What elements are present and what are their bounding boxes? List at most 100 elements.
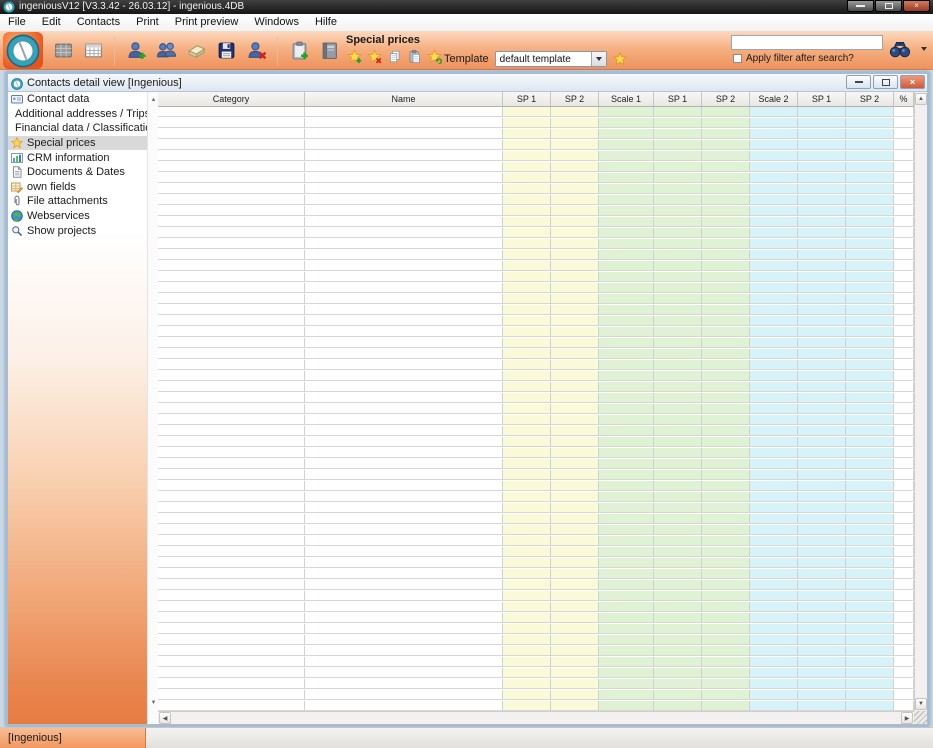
grid-cell[interactable]: [798, 305, 846, 315]
grid-scroll-left-arrow[interactable]: ◀: [159, 712, 171, 724]
table-row[interactable]: [158, 118, 914, 129]
grid-cell[interactable]: [702, 657, 750, 667]
grid-cell[interactable]: [894, 360, 914, 370]
grid-cell[interactable]: [750, 327, 798, 337]
menu-hilfe[interactable]: Hilfe: [307, 14, 345, 31]
grid-cell[interactable]: [702, 514, 750, 524]
grid-cell[interactable]: [305, 514, 503, 524]
grid-cell[interactable]: [158, 624, 305, 634]
grid-cell[interactable]: [305, 404, 503, 414]
grid-cell[interactable]: [798, 118, 846, 128]
grid-cell[interactable]: [599, 547, 654, 557]
grid-cell[interactable]: [750, 503, 798, 513]
table-row[interactable]: [158, 591, 914, 602]
grid-cell[interactable]: [894, 239, 914, 249]
sidebar-scrollbar[interactable]: ▲ ▼: [147, 92, 158, 724]
grid-cell[interactable]: [798, 360, 846, 370]
grid-cell[interactable]: [654, 635, 702, 645]
grid-cell[interactable]: [654, 349, 702, 359]
grid-cell[interactable]: [798, 437, 846, 447]
grid-cell[interactable]: [551, 580, 599, 590]
grid-cell[interactable]: [750, 426, 798, 436]
grid-cell[interactable]: [551, 327, 599, 337]
table-row[interactable]: [158, 624, 914, 635]
grid-cell[interactable]: [305, 162, 503, 172]
grid-cell[interactable]: [503, 393, 551, 403]
grid-cell[interactable]: [894, 657, 914, 667]
grid-cell[interactable]: [798, 591, 846, 601]
column-header[interactable]: SP 1: [503, 92, 551, 106]
calendar-view-button[interactable]: [78, 35, 108, 67]
grid-cell[interactable]: [750, 206, 798, 216]
table-row[interactable]: [158, 327, 914, 338]
grid-cell[interactable]: [305, 481, 503, 491]
grid-cell[interactable]: [798, 679, 846, 689]
grid-cell[interactable]: [599, 470, 654, 480]
grid-cell[interactable]: [750, 569, 798, 579]
grid-cell[interactable]: [798, 129, 846, 139]
grid-cell[interactable]: [503, 415, 551, 425]
grid-cell[interactable]: [599, 360, 654, 370]
search-button[interactable]: [889, 38, 913, 60]
grid-cell[interactable]: [846, 426, 894, 436]
grid-cell[interactable]: [503, 404, 551, 414]
grid-cell[interactable]: [750, 547, 798, 557]
grid-cell[interactable]: [894, 162, 914, 172]
grid-cell[interactable]: [551, 481, 599, 491]
table-row[interactable]: [158, 602, 914, 613]
grid-cell[interactable]: [894, 393, 914, 403]
grid-cell[interactable]: [894, 492, 914, 502]
grid-cell[interactable]: [846, 382, 894, 392]
grid-cell[interactable]: [503, 294, 551, 304]
grid-cell[interactable]: [894, 701, 914, 711]
grid-cell[interactable]: [846, 151, 894, 161]
grid-cell[interactable]: [894, 602, 914, 612]
grid-cell[interactable]: [654, 558, 702, 568]
table-row[interactable]: [158, 195, 914, 206]
grid-cell[interactable]: [702, 316, 750, 326]
grid-cell[interactable]: [846, 393, 894, 403]
grid-cell[interactable]: [846, 657, 894, 667]
grid-cell[interactable]: [551, 305, 599, 315]
grid-cell[interactable]: [846, 371, 894, 381]
grid-cell[interactable]: [503, 382, 551, 392]
grid-cell[interactable]: [158, 217, 305, 227]
grid-cell[interactable]: [551, 140, 599, 150]
grid-cell[interactable]: [599, 602, 654, 612]
grid-cell[interactable]: [599, 349, 654, 359]
resize-grip[interactable]: [914, 711, 927, 724]
grid-cell[interactable]: [654, 338, 702, 348]
table-row[interactable]: [158, 404, 914, 415]
grid-cell[interactable]: [599, 635, 654, 645]
grid-cell[interactable]: [551, 107, 599, 117]
grid-cell[interactable]: [305, 272, 503, 282]
grid-cell[interactable]: [305, 426, 503, 436]
grid-cell[interactable]: [894, 426, 914, 436]
grid-cell[interactable]: [702, 107, 750, 117]
grid-cell[interactable]: [158, 470, 305, 480]
grid-cell[interactable]: [654, 613, 702, 623]
grid-cell[interactable]: [503, 679, 551, 689]
grid-cell[interactable]: [654, 448, 702, 458]
grid-cell[interactable]: [158, 569, 305, 579]
grid-cell[interactable]: [750, 415, 798, 425]
grid-cell[interactable]: [503, 272, 551, 282]
grid-cell[interactable]: [158, 679, 305, 689]
grid-cell[interactable]: [654, 679, 702, 689]
grid-cell[interactable]: [503, 580, 551, 590]
sidebar-item-contact-data[interactable]: Contact data: [8, 92, 147, 107]
grid-cell[interactable]: [846, 338, 894, 348]
grid-cell[interactable]: [305, 503, 503, 513]
table-row[interactable]: [158, 635, 914, 646]
grid-cell[interactable]: [158, 305, 305, 315]
detail-minimize-button[interactable]: [846, 75, 871, 89]
new-report-button[interactable]: [284, 35, 314, 67]
grid-cell[interactable]: [551, 228, 599, 238]
list-view-button[interactable]: [48, 35, 78, 67]
grid-cell[interactable]: [599, 294, 654, 304]
grid-cell[interactable]: [305, 701, 503, 711]
grid-cell[interactable]: [551, 448, 599, 458]
grid-cell[interactable]: [894, 338, 914, 348]
grid-cell[interactable]: [158, 690, 305, 700]
grid-cell[interactable]: [654, 492, 702, 502]
